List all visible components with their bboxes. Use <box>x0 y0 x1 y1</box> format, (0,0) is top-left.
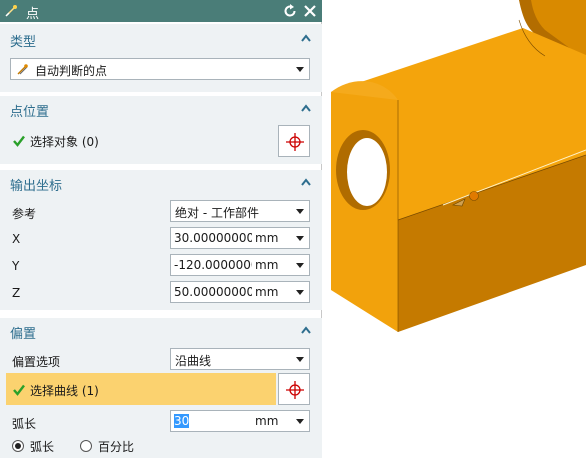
graphics-viewport[interactable] <box>323 0 586 458</box>
radio-percent-label[interactable]: 百分比 <box>98 438 134 455</box>
position-section-header[interactable]: 点位置 <box>0 96 322 122</box>
chevron-down-icon <box>296 209 304 214</box>
output-section-header[interactable]: 输出坐标 <box>0 170 322 196</box>
check-icon <box>13 384 25 396</box>
chevron-up-icon[interactable] <box>300 176 312 188</box>
select-curve-label[interactable]: 选择曲线 (1) <box>30 382 99 399</box>
dialog-titlebar[interactable]: 点 <box>0 0 322 22</box>
type-select[interactable]: 自动判断的点 <box>10 58 310 80</box>
chevron-down-icon[interactable] <box>296 290 304 295</box>
chevron-down-icon <box>296 67 304 72</box>
crosshair-icon <box>286 133 304 151</box>
reference-select[interactable]: 绝对 - 工作部件 <box>170 200 310 222</box>
offset-option-label: 偏置选项 <box>12 355 61 369</box>
arc-length-selected-text[interactable]: 30 <box>174 414 190 428</box>
arc-length-value[interactable]: 30 <box>174 414 252 428</box>
arc-length-unit: mm <box>255 414 279 428</box>
x-coordinate-field[interactable]: 30.0000000000 mm <box>170 227 310 249</box>
type-section-header[interactable]: 类型 <box>0 26 322 52</box>
arc-length-label: 弧长 <box>12 417 37 431</box>
chevron-down-icon[interactable] <box>296 263 304 268</box>
offset-option-value: 沿曲线 <box>175 354 212 368</box>
radio-arc-length[interactable] <box>12 440 24 452</box>
z-label: Z <box>12 286 21 300</box>
chevron-up-icon[interactable] <box>300 32 312 44</box>
model-end-face <box>331 92 398 332</box>
point-dialog: 点 类型 自动判断的点 点位置 选择对象 (0) 输出坐标 参考 绝对 - 工作… <box>0 0 322 458</box>
z-unit: mm <box>255 285 279 299</box>
reset-icon[interactable] <box>282 3 298 19</box>
point-picker-button[interactable] <box>278 125 310 157</box>
crosshair-icon <box>286 381 304 399</box>
offset-section-header[interactable]: 偏置 <box>0 318 322 344</box>
x-value[interactable]: 30.0000000000 <box>174 231 252 245</box>
output-section-title: 输出坐标 <box>10 179 63 194</box>
curve-picker-button[interactable] <box>278 373 310 405</box>
chevron-down-icon[interactable] <box>296 236 304 241</box>
dialog-title: 点 <box>26 7 40 22</box>
type-select-value: 自动判断的点 <box>35 64 108 78</box>
model-view[interactable] <box>323 0 586 458</box>
model-hole-opening <box>347 138 387 206</box>
chevron-down-icon[interactable] <box>296 419 304 424</box>
point-icon <box>5 5 17 17</box>
y-unit: mm <box>255 258 279 272</box>
radio-percent[interactable] <box>80 440 92 452</box>
offset-section-title: 偏置 <box>10 327 37 342</box>
position-section-title: 点位置 <box>10 105 50 120</box>
inferred-point-icon <box>17 64 28 75</box>
y-label: Y <box>12 259 20 273</box>
chevron-up-icon[interactable] <box>300 102 312 114</box>
check-icon <box>13 135 25 147</box>
offset-option-select[interactable]: 沿曲线 <box>170 348 310 370</box>
x-label: X <box>12 232 21 246</box>
arc-length-field[interactable]: 30 mm <box>170 410 310 432</box>
chevron-down-icon <box>296 357 304 362</box>
z-coordinate-field[interactable]: 50.0000000000 mm <box>170 281 310 303</box>
select-object-label[interactable]: 选择对象 (0) <box>30 133 99 150</box>
radio-arc-length-label[interactable]: 弧长 <box>30 438 54 455</box>
type-section-title: 类型 <box>10 35 37 50</box>
point-marker[interactable] <box>469 191 479 201</box>
reference-select-value: 绝对 - 工作部件 <box>175 206 259 220</box>
close-icon[interactable] <box>302 3 318 19</box>
y-coordinate-field[interactable]: -120.000000000 mm <box>170 254 310 276</box>
z-value[interactable]: 50.0000000000 <box>174 285 252 299</box>
y-value[interactable]: -120.000000000 <box>174 258 252 272</box>
reference-label: 参考 <box>12 207 37 221</box>
chevron-up-icon[interactable] <box>300 324 312 336</box>
x-unit: mm <box>255 231 279 245</box>
